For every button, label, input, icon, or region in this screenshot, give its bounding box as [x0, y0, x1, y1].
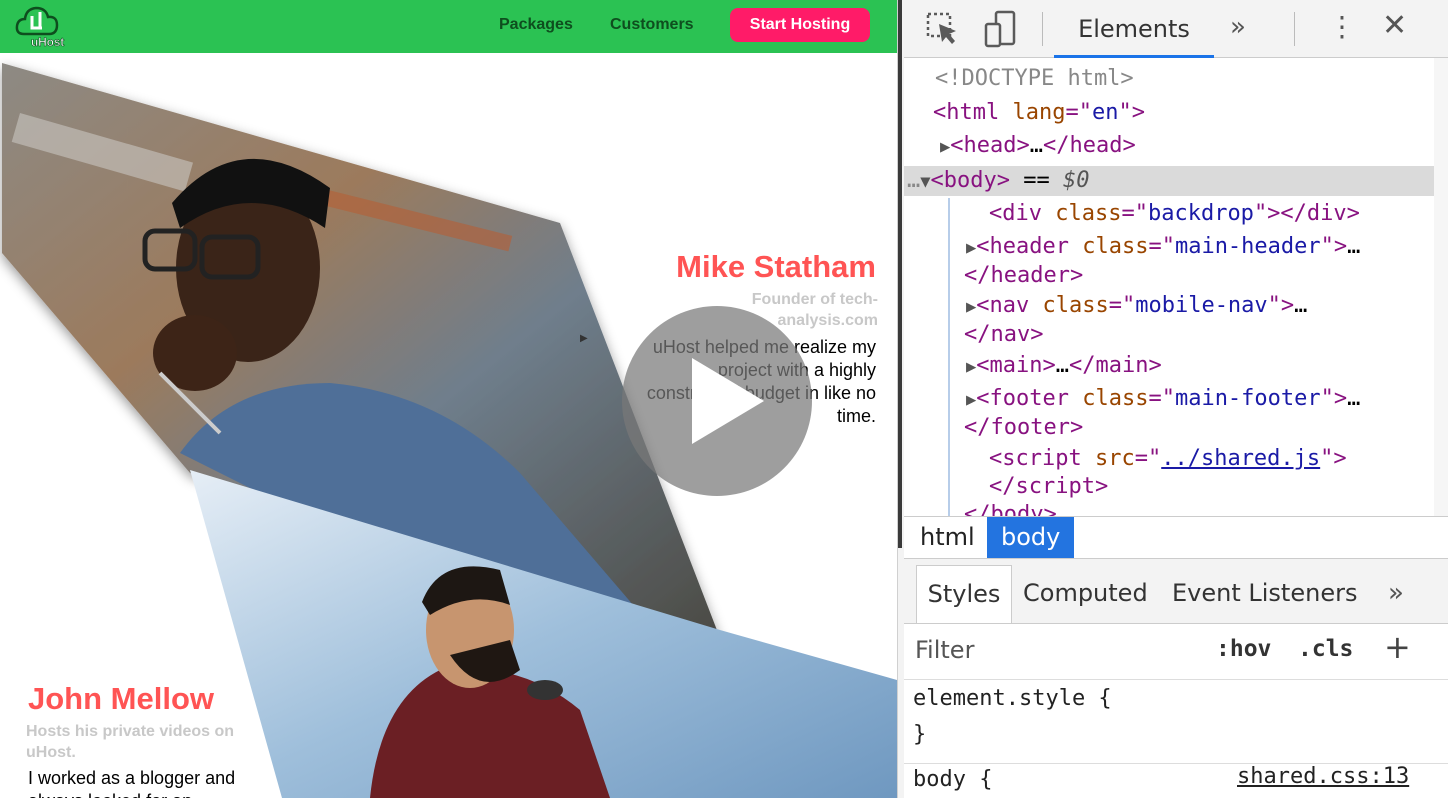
tab-computed[interactable]: Computed: [1023, 565, 1148, 623]
toggle-hover-state[interactable]: :hov: [1216, 636, 1271, 662]
dom-tree: <!DOCTYPE html> <html lang="en"> ▶<head>…: [904, 58, 1434, 516]
expand-triangle-icon[interactable]: ▶: [966, 297, 976, 317]
inspect-element-icon[interactable]: [926, 12, 960, 46]
attr-name: lang: [1012, 100, 1066, 125]
tag-name: head: [1069, 133, 1123, 158]
dom-tree-scrollbar[interactable]: [1434, 58, 1448, 516]
tree-guide-line: [948, 198, 950, 516]
toggle-classes[interactable]: .cls: [1298, 636, 1353, 662]
expand-triangle-icon[interactable]: ▶: [966, 357, 976, 377]
dom-node-script[interactable]: <script src="../shared.js">: [989, 444, 1347, 474]
rule-close-brace: }: [913, 722, 927, 747]
dom-node-head[interactable]: ▶<head>…</head>: [940, 131, 1136, 161]
dom-node-footer[interactable]: ▶<footer class="main-footer">…: [966, 384, 1360, 414]
attr-value: main-header: [1174, 234, 1321, 259]
dom-close-header: </header>: [964, 263, 1084, 288]
breadcrumb: html body: [904, 516, 1448, 559]
tag-name: head: [963, 133, 1017, 158]
testimonial-name-john: John Mellow: [28, 681, 214, 716]
devtools-toolbar: Elements » ⋮ ✕: [904, 0, 1448, 58]
uhost-logo[interactable]: uHost: [14, 4, 65, 49]
script-src-link[interactable]: ../shared.js: [1161, 446, 1320, 471]
attr-value: backdrop: [1147, 201, 1254, 226]
dom-close-script: </script>: [989, 474, 1109, 499]
nav-link-packages[interactable]: Packages: [499, 16, 573, 34]
logo-text: uHost: [31, 35, 65, 50]
element-style-rule[interactable]: element.style {: [913, 684, 1112, 714]
dom-node-html[interactable]: <html lang="en">: [933, 98, 1145, 128]
breadcrumb-body[interactable]: body: [987, 517, 1075, 558]
toolbar-divider: [1294, 12, 1295, 46]
start-hosting-button[interactable]: Start Hosting: [730, 8, 870, 42]
dom-node-backdrop[interactable]: <div class="backdrop"></div>: [989, 199, 1360, 229]
dom-node-nav[interactable]: ▶<nav class="mobile-nav">…: [966, 291, 1307, 321]
styles-filter-bar: :hov .cls +: [904, 624, 1448, 680]
attr-value: en: [1091, 100, 1119, 125]
styles-filter-input[interactable]: [915, 636, 1195, 664]
breadcrumb-html[interactable]: html: [906, 517, 989, 558]
attr-value: mobile-nav: [1135, 293, 1268, 318]
customize-menu-icon[interactable]: ⋮: [1328, 10, 1356, 44]
tab-event-listeners[interactable]: Event Listeners: [1172, 565, 1357, 623]
close-icon[interactable]: ✕: [1382, 8, 1407, 43]
expand-triangle-icon[interactable]: ▶: [966, 238, 976, 258]
styles-subtabs: Styles Computed Event Listeners »: [904, 559, 1448, 624]
dom-node-header[interactable]: ▶<header class="main-header">…: [966, 232, 1360, 262]
website-viewport: uHost Packages Customers Start Hosting M…: [0, 0, 897, 798]
main-header: uHost Packages Customers Start Hosting: [0, 0, 897, 53]
testimonial-name-mike: Mike Statham: [676, 249, 876, 284]
more-tabs-icon[interactable]: »: [1388, 565, 1404, 623]
body-style-rule[interactable]: body {: [913, 765, 992, 795]
styles-pane: element.style { } body { shared.css:13: [904, 680, 1448, 798]
testimonial-role-john: Hosts his private videos on uHost.: [26, 723, 235, 761]
expand-triangle-icon[interactable]: ▶: [966, 390, 976, 410]
device-toolbar-icon[interactable]: [984, 10, 1018, 48]
tag-name: body: [943, 168, 997, 193]
rule-source-link[interactable]: shared.css:13: [1237, 764, 1409, 789]
expand-triangle-icon[interactable]: ▶: [940, 137, 950, 157]
dom-close-body: </body>: [964, 502, 1057, 516]
testimonial-quote-john: I worked as a blogger and always looked …: [28, 768, 236, 798]
pane-splitter[interactable]: [897, 0, 904, 798]
video-play-icon[interactable]: [622, 306, 812, 496]
selected-ref: $0: [1062, 168, 1090, 193]
collapse-triangle-icon[interactable]: ▼: [920, 172, 930, 192]
dom-node-body[interactable]: …▼<body> == $0: [907, 166, 1089, 196]
dom-node-main[interactable]: ▶<main>…</main>: [966, 351, 1162, 381]
dom-close-nav: </nav>: [964, 322, 1044, 347]
devtools-panel: Elements » ⋮ ✕ <!DOCTYPE html> <html lan…: [904, 0, 1448, 798]
dom-doctype[interactable]: <!DOCTYPE html>: [935, 64, 1134, 94]
nav-link-customers[interactable]: Customers: [610, 16, 694, 34]
new-style-rule-icon[interactable]: +: [1384, 628, 1411, 666]
tab-elements[interactable]: Elements: [1054, 0, 1214, 58]
more-tabs-icon[interactable]: »: [1230, 12, 1246, 42]
toolbar-divider: [1042, 12, 1043, 46]
attr-value: main-footer: [1174, 386, 1321, 411]
tab-styles[interactable]: Styles: [916, 565, 1012, 623]
dom-close-footer: </footer>: [964, 415, 1084, 440]
mouse-cursor-icon: ▶: [580, 333, 588, 344]
